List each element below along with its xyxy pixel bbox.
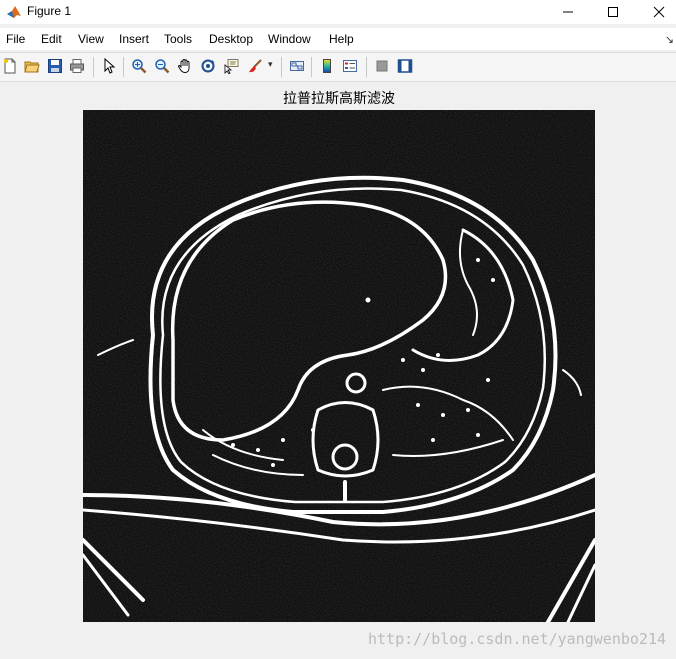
ct-edge-image xyxy=(83,110,595,622)
colorbar-button[interactable] xyxy=(318,57,336,75)
zoom-out-icon xyxy=(155,59,170,74)
brush-button[interactable] xyxy=(246,57,264,75)
menu-tools[interactable]: Tools xyxy=(164,32,192,46)
edit-plot-button[interactable] xyxy=(100,57,118,75)
minimize-button[interactable] xyxy=(545,0,591,24)
pan-button[interactable] xyxy=(176,57,194,75)
menu-bar: File Edit View Insert Tools Desktop Wind… xyxy=(0,28,676,50)
brush-icon xyxy=(249,59,262,73)
filtered-ct-image xyxy=(83,110,595,622)
pan-icon xyxy=(178,59,190,73)
toolbar-separator xyxy=(93,57,94,77)
link-plot-button[interactable] xyxy=(288,57,306,75)
toolbar-separator xyxy=(281,57,282,77)
matlab-logo-icon xyxy=(7,6,21,18)
toolbar-separator xyxy=(123,57,124,77)
menu-window[interactable]: Window xyxy=(268,32,311,46)
zoom-out-button[interactable] xyxy=(153,57,171,75)
figure-toolbar: ▾ xyxy=(0,52,676,82)
link-plot-icon xyxy=(290,61,304,71)
hide-plot-tools-icon xyxy=(376,60,388,72)
new-figure-icon xyxy=(4,58,16,74)
legend-icon xyxy=(343,60,357,72)
open-file-button[interactable] xyxy=(23,57,41,75)
menu-edit[interactable]: Edit xyxy=(41,32,62,46)
maximize-icon xyxy=(608,7,618,17)
new-figure-button[interactable] xyxy=(1,57,19,75)
menu-file[interactable]: File xyxy=(6,32,25,46)
data-cursor-button[interactable] xyxy=(222,57,240,75)
minimize-icon xyxy=(563,11,573,13)
print-button[interactable] xyxy=(68,57,86,75)
close-button[interactable] xyxy=(636,0,676,24)
hide-plot-tools-button[interactable] xyxy=(373,57,391,75)
rotate-3d-button[interactable] xyxy=(199,57,217,75)
zoom-in-button[interactable] xyxy=(130,57,148,75)
legend-button[interactable] xyxy=(341,57,359,75)
close-icon xyxy=(653,6,665,18)
save-icon xyxy=(48,59,62,73)
save-button[interactable] xyxy=(46,57,64,75)
maximize-button[interactable] xyxy=(590,0,636,24)
toolbar-separator xyxy=(311,57,312,77)
toolbar-separator xyxy=(366,57,367,77)
axes-title: 拉普拉斯高斯滤波 xyxy=(283,91,395,107)
window-title: Figure 1 xyxy=(27,4,72,18)
print-icon xyxy=(70,59,84,73)
show-plot-tools-icon xyxy=(397,59,413,73)
menu-help[interactable]: Help xyxy=(329,32,354,46)
zoom-in-icon xyxy=(132,59,147,74)
show-plot-tools-button[interactable] xyxy=(396,57,414,75)
open-file-icon xyxy=(24,61,40,73)
menu-view[interactable]: View xyxy=(78,32,104,46)
watermark-text: http://blog.csdn.net/yangwenbo214 xyxy=(367,630,666,648)
title-bar: Figure 1 xyxy=(0,0,676,24)
menu-insert[interactable]: Insert xyxy=(119,32,149,46)
brush-dropdown-icon[interactable]: ▾ xyxy=(268,60,273,70)
colorbar-icon xyxy=(323,59,331,73)
data-cursor-icon xyxy=(224,59,239,74)
edit-plot-icon xyxy=(104,58,116,74)
menu-desktop[interactable]: Desktop xyxy=(209,32,253,46)
dock-arrow-icon[interactable]: ↘ xyxy=(665,33,674,46)
rotate-3d-icon xyxy=(201,59,215,73)
